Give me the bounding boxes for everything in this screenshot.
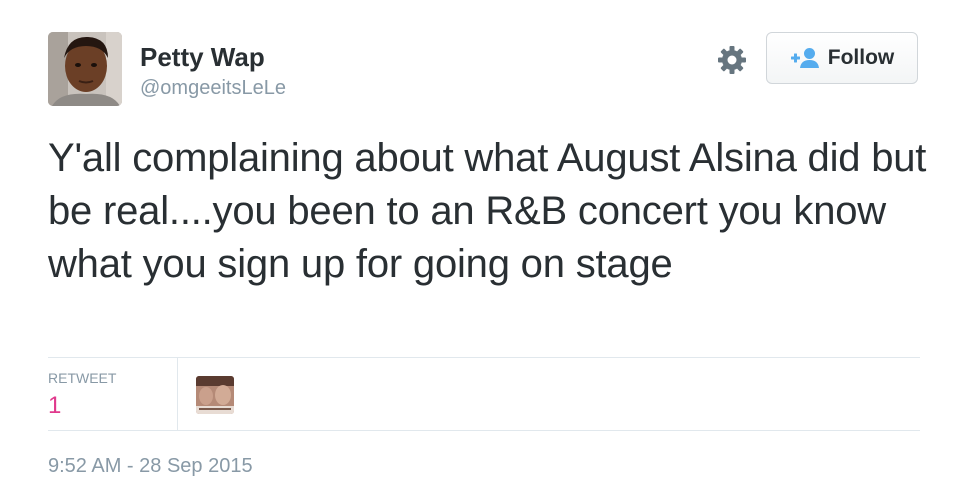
tweet-timestamp[interactable]: 9:52 AM - 28 Sep 2015 <box>48 454 253 478</box>
tweet-card: Petty Wap @omgeeitsLeLe Follow Y'all com… <box>0 0 980 499</box>
stats-separator <box>177 358 178 430</box>
gear-icon[interactable] <box>716 44 748 76</box>
follow-person-plus-icon <box>790 48 819 68</box>
follow-button[interactable]: Follow <box>766 32 918 84</box>
stats-bottom-divider <box>48 430 920 431</box>
retweeter-avatar[interactable] <box>196 376 234 414</box>
user-display-name[interactable]: Petty Wap <box>140 42 265 72</box>
user-handle[interactable]: @omgeeitsLeLe <box>140 76 286 100</box>
user-avatar[interactable] <box>48 32 122 106</box>
follow-button-label: Follow <box>827 46 895 69</box>
retweet-label[interactable]: RETWEET <box>48 370 116 386</box>
stats-top-divider <box>48 357 920 358</box>
retweet-count[interactable]: 1 <box>48 392 61 420</box>
tweet-text: Y'all complaining about what August Alsi… <box>48 136 927 286</box>
